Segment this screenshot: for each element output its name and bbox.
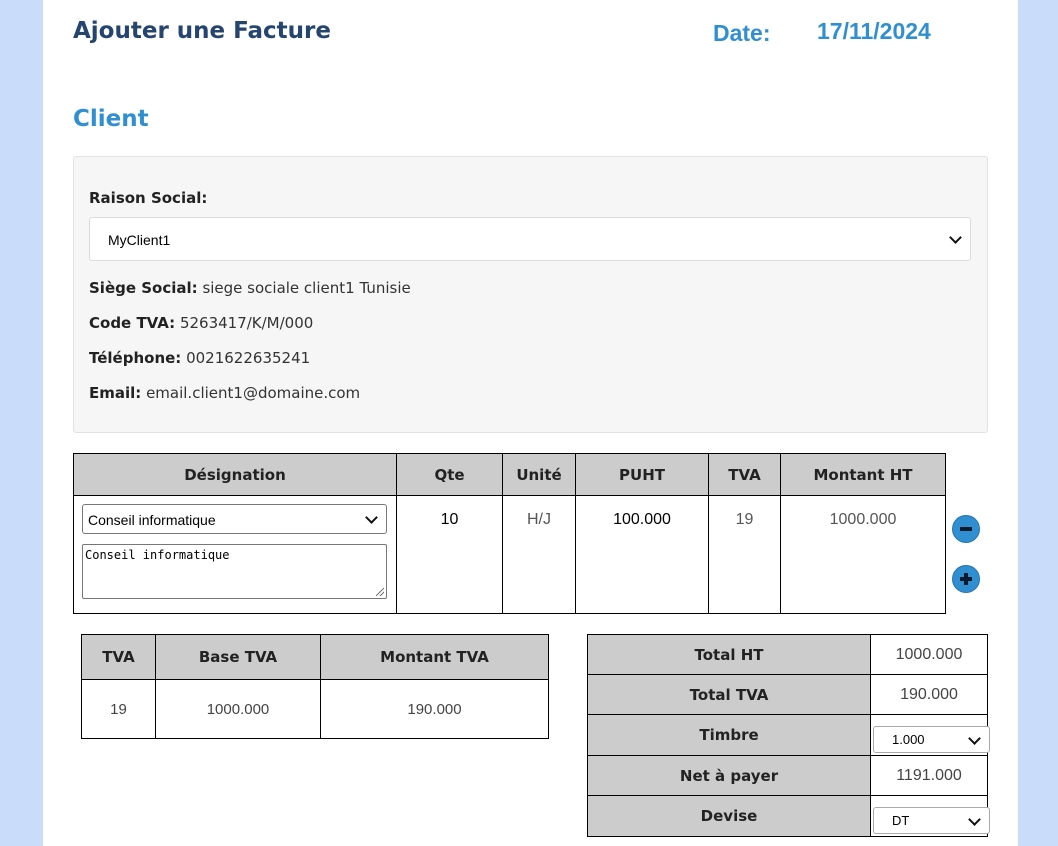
add-line-button[interactable] [952,565,980,593]
qte-input[interactable]: 10 [396,495,503,614]
email-label: Email: [89,384,142,402]
chevron-down-icon [968,731,981,745]
client-select[interactable]: MyClient1 [89,217,971,261]
email-line: Email: email.client1@domaine.com [89,384,360,402]
col-puht: PUHT [575,453,709,496]
devise-select-value: DT [892,813,910,828]
col-qte: Qte [396,453,503,496]
devise-cell: DT [870,795,990,837]
siege-social-label: Siège Social: [89,279,198,297]
total-ht-row: Total HT 1000.000 [587,634,988,675]
unite-cell: H/J [502,495,576,614]
total-ht-label: Total HT [587,634,871,675]
resize-handle-icon[interactable] [376,588,384,596]
date-label: Date: [713,20,771,46]
items-table: Désignation Qte Unité PUHT TVA Montant H… [73,453,946,614]
designation-cell: Conseil informatique Conseil informatiqu… [73,495,397,614]
net-row: Net à payer 1191.000 [587,755,988,796]
code-tva-line: Code TVA: 5263417/K/M/000 [89,314,313,332]
total-tva-row: Total TVA 190.000 [587,674,988,715]
timbre-label: Timbre [587,714,871,756]
net-label: Net à payer [587,755,871,796]
puht-input[interactable]: 100.000 [575,495,709,614]
description-text: Conseil informatique [85,548,230,562]
devise-row: Devise DT [587,795,990,837]
montant-ht-cell: 1000.000 [780,495,946,614]
chevron-down-icon [365,511,378,524]
timbre-cell: 1.000 [870,714,990,756]
vat-col-tva: TVA [81,634,156,680]
product-select-value: Conseil informatique [88,512,216,528]
vat-base-cell: 1000.000 [155,679,321,739]
net-value: 1191.000 [870,755,988,796]
table-row: 19 1000.000 190.000 [81,679,549,739]
totals-table: Total HT 1000.000 Total TVA 190.000 Timb… [587,634,990,837]
client-section-title: Client [73,106,149,132]
devise-select[interactable]: DT [873,807,990,834]
siege-social-value: siege sociale client1 Tunisie [202,279,411,297]
product-select[interactable]: Conseil informatique [82,504,387,534]
description-textarea[interactable]: Conseil informatique [82,544,387,599]
col-tva: TVA [708,453,781,496]
tva-cell: 19 [708,495,781,614]
timbre-row: Timbre 1.000 [587,714,990,756]
vat-montant-cell: 190.000 [320,679,549,739]
email-value: email.client1@domaine.com [146,384,361,402]
code-tva-label: Code TVA: [89,314,176,332]
chevron-down-icon [949,231,962,244]
vat-col-montant: Montant TVA [320,634,549,680]
plus-circle-icon [960,573,972,585]
vat-table: TVA Base TVA Montant TVA 19 1000.000 190… [81,634,549,739]
client-panel: Raison Social: MyClient1 Siège Social: s… [73,156,988,433]
code-tva-value: 5263417/K/M/000 [179,314,314,332]
telephone-value: 0021622635241 [186,349,311,367]
col-designation: Désignation [73,453,397,496]
page-title: Ajouter une Facture [73,18,331,44]
telephone-line: Téléphone: 0021622635241 [89,349,310,367]
table-row: Conseil informatique Conseil informatiqu… [73,495,946,614]
total-tva-value: 190.000 [870,674,988,715]
total-tva-label: Total TVA [587,674,871,715]
raison-social-label: Raison Social: [89,189,208,207]
timbre-select-value: 1.000 [892,732,925,747]
col-montant-ht: Montant HT [780,453,946,496]
vat-tva-cell: 19 [81,679,156,739]
invoice-page: Ajouter une Facture Date: 17/11/2024 Cli… [43,0,1018,846]
vat-col-base: Base TVA [155,634,321,680]
minus-circle-icon [960,527,972,531]
chevron-down-icon [968,812,981,826]
client-select-value: MyClient1 [108,232,171,248]
siege-social-line: Siège Social: siege sociale client1 Tuni… [89,279,411,297]
total-ht-value: 1000.000 [870,634,988,675]
remove-line-button[interactable] [952,515,980,543]
telephone-label: Téléphone: [89,349,182,367]
devise-label: Devise [587,795,871,837]
date-value: 17/11/2024 [817,18,931,44]
col-unite: Unité [502,453,576,496]
timbre-select[interactable]: 1.000 [873,726,990,753]
